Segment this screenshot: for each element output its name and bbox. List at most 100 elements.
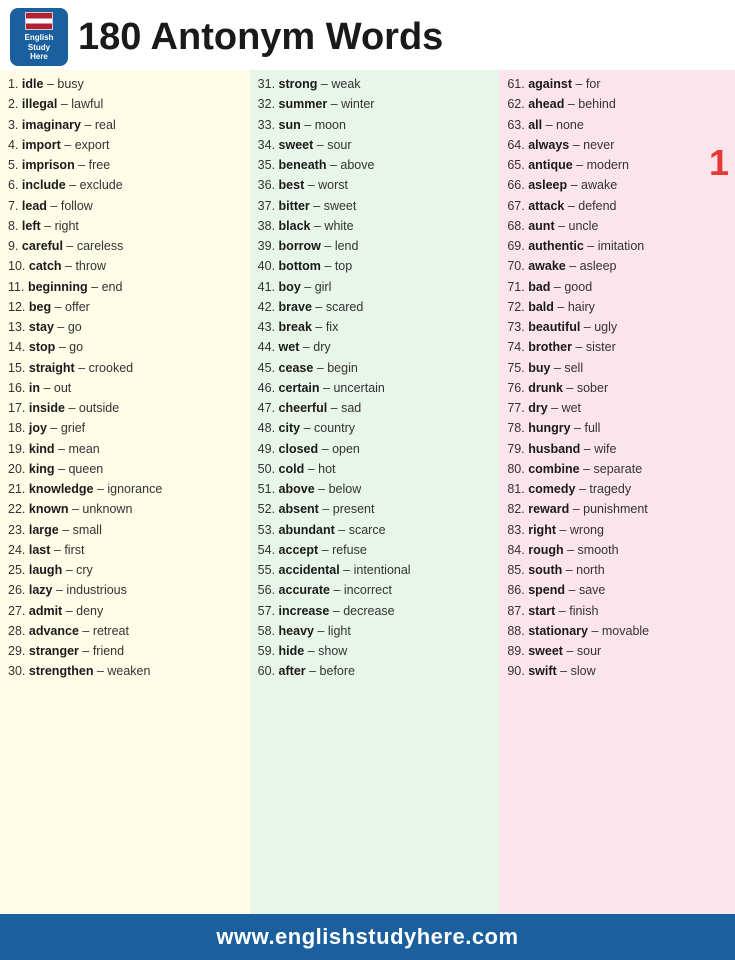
list-item: 74. brother – sister (507, 337, 729, 357)
list-item: 72. bald – hairy (507, 297, 729, 317)
antonym: follow (61, 199, 93, 213)
dash: – (584, 239, 598, 253)
list-item: 48. city – country (258, 418, 494, 438)
word: strong (279, 77, 318, 91)
dash: – (572, 340, 586, 354)
antonym: save (579, 583, 605, 597)
word: borrow (279, 239, 321, 253)
dash: – (327, 97, 341, 111)
list-item: 51. above – below (258, 479, 494, 499)
item-number: 1. (8, 77, 18, 91)
dash: – (301, 280, 315, 294)
logo: English StudyHere (10, 8, 68, 66)
list-item: 55. accidental – intentional (258, 560, 494, 580)
dash: – (311, 219, 325, 233)
word: bottom (279, 259, 321, 273)
list-item: 36. best – worst (258, 175, 494, 195)
dash: – (79, 624, 93, 638)
dash: – (317, 77, 331, 91)
list-item: 43. break – fix (258, 317, 494, 337)
dash: – (75, 158, 89, 172)
page-title: 180 Antonym Words (78, 16, 443, 59)
word: beneath (279, 158, 327, 172)
list-item: 42. brave – scared (258, 297, 494, 317)
word: careful (22, 239, 63, 253)
item-number: 17. (8, 401, 25, 415)
list-item: 32. summer – winter (258, 94, 494, 114)
word: heavy (279, 624, 314, 638)
list-item: 28. advance – retreat (8, 621, 244, 641)
antonym: end (102, 280, 123, 294)
list-item: 64. always – never (507, 135, 729, 155)
item-number: 69. (507, 239, 524, 253)
item-number: 66. (507, 178, 524, 192)
list-item: 69. authentic – imitation (507, 236, 729, 256)
antonym: before (320, 664, 355, 678)
word: import (22, 138, 61, 152)
item-number: 44. (258, 340, 275, 354)
dash: – (304, 178, 318, 192)
antonym: top (335, 259, 352, 273)
list-item: 78. hungry – full (507, 418, 729, 438)
list-item: 18. joy – grief (8, 418, 244, 438)
list-item: 40. bottom – top (258, 256, 494, 276)
antonym: unknown (82, 502, 132, 516)
column-1: 1. idle – busy2. illegal – lawful3. imag… (0, 70, 250, 914)
list-item: 20. king – queen (8, 459, 244, 479)
list-item: 65. antique – modern (507, 155, 729, 175)
item-number: 20. (8, 462, 25, 476)
word: rough (528, 543, 563, 557)
dash: – (566, 259, 580, 273)
list-item: 27. admit – deny (8, 601, 244, 621)
column-2: 31. strong – weak32. summer – winter33. … (250, 70, 500, 914)
word: hide (279, 644, 305, 658)
dash: – (569, 502, 583, 516)
antonym: throw (75, 259, 106, 273)
word: large (29, 523, 59, 537)
dash: – (565, 583, 579, 597)
dash: – (571, 421, 585, 435)
item-number: 26. (8, 583, 25, 597)
antonym: worst (318, 178, 348, 192)
antonym: for (586, 77, 601, 91)
item-number: 29. (8, 644, 25, 658)
antonym: export (75, 138, 110, 152)
word: awake (528, 259, 566, 273)
item-number: 7. (8, 199, 18, 213)
word: increase (279, 604, 330, 618)
item-number: 39. (258, 239, 275, 253)
list-item: 58. heavy – light (258, 621, 494, 641)
list-item: 38. black – white (258, 216, 494, 236)
antonym: defend (578, 199, 616, 213)
item-number: 54. (258, 543, 275, 557)
antonym: good (564, 280, 592, 294)
antonym: sour (327, 138, 351, 152)
item-number: 45. (258, 361, 275, 375)
antonym: sweet (324, 199, 357, 213)
item-number: 62. (507, 97, 524, 111)
word: beginning (28, 280, 88, 294)
dash: – (81, 118, 95, 132)
list-item: 81. comedy – tragedy (507, 479, 729, 499)
item-number: 74. (507, 340, 524, 354)
dash: – (306, 664, 320, 678)
word: in (29, 381, 40, 395)
list-item: 77. dry – wet (507, 398, 729, 418)
word: sweet (279, 138, 314, 152)
dash: – (304, 462, 318, 476)
antonym: girl (315, 280, 332, 294)
item-number: 3. (8, 118, 18, 132)
item-number: 75. (507, 361, 524, 375)
word: lead (22, 199, 47, 213)
list-item: 14. stop – go (8, 337, 244, 357)
antonym: winter (341, 97, 374, 111)
word: last (29, 543, 51, 557)
item-number: 12. (8, 300, 25, 314)
item-number: 70. (507, 259, 524, 273)
word: husband (528, 442, 580, 456)
word: cheerful (279, 401, 328, 415)
dash: – (41, 219, 55, 233)
item-number: 22. (8, 502, 25, 516)
item-number: 23. (8, 523, 25, 537)
antonym: lend (335, 239, 359, 253)
